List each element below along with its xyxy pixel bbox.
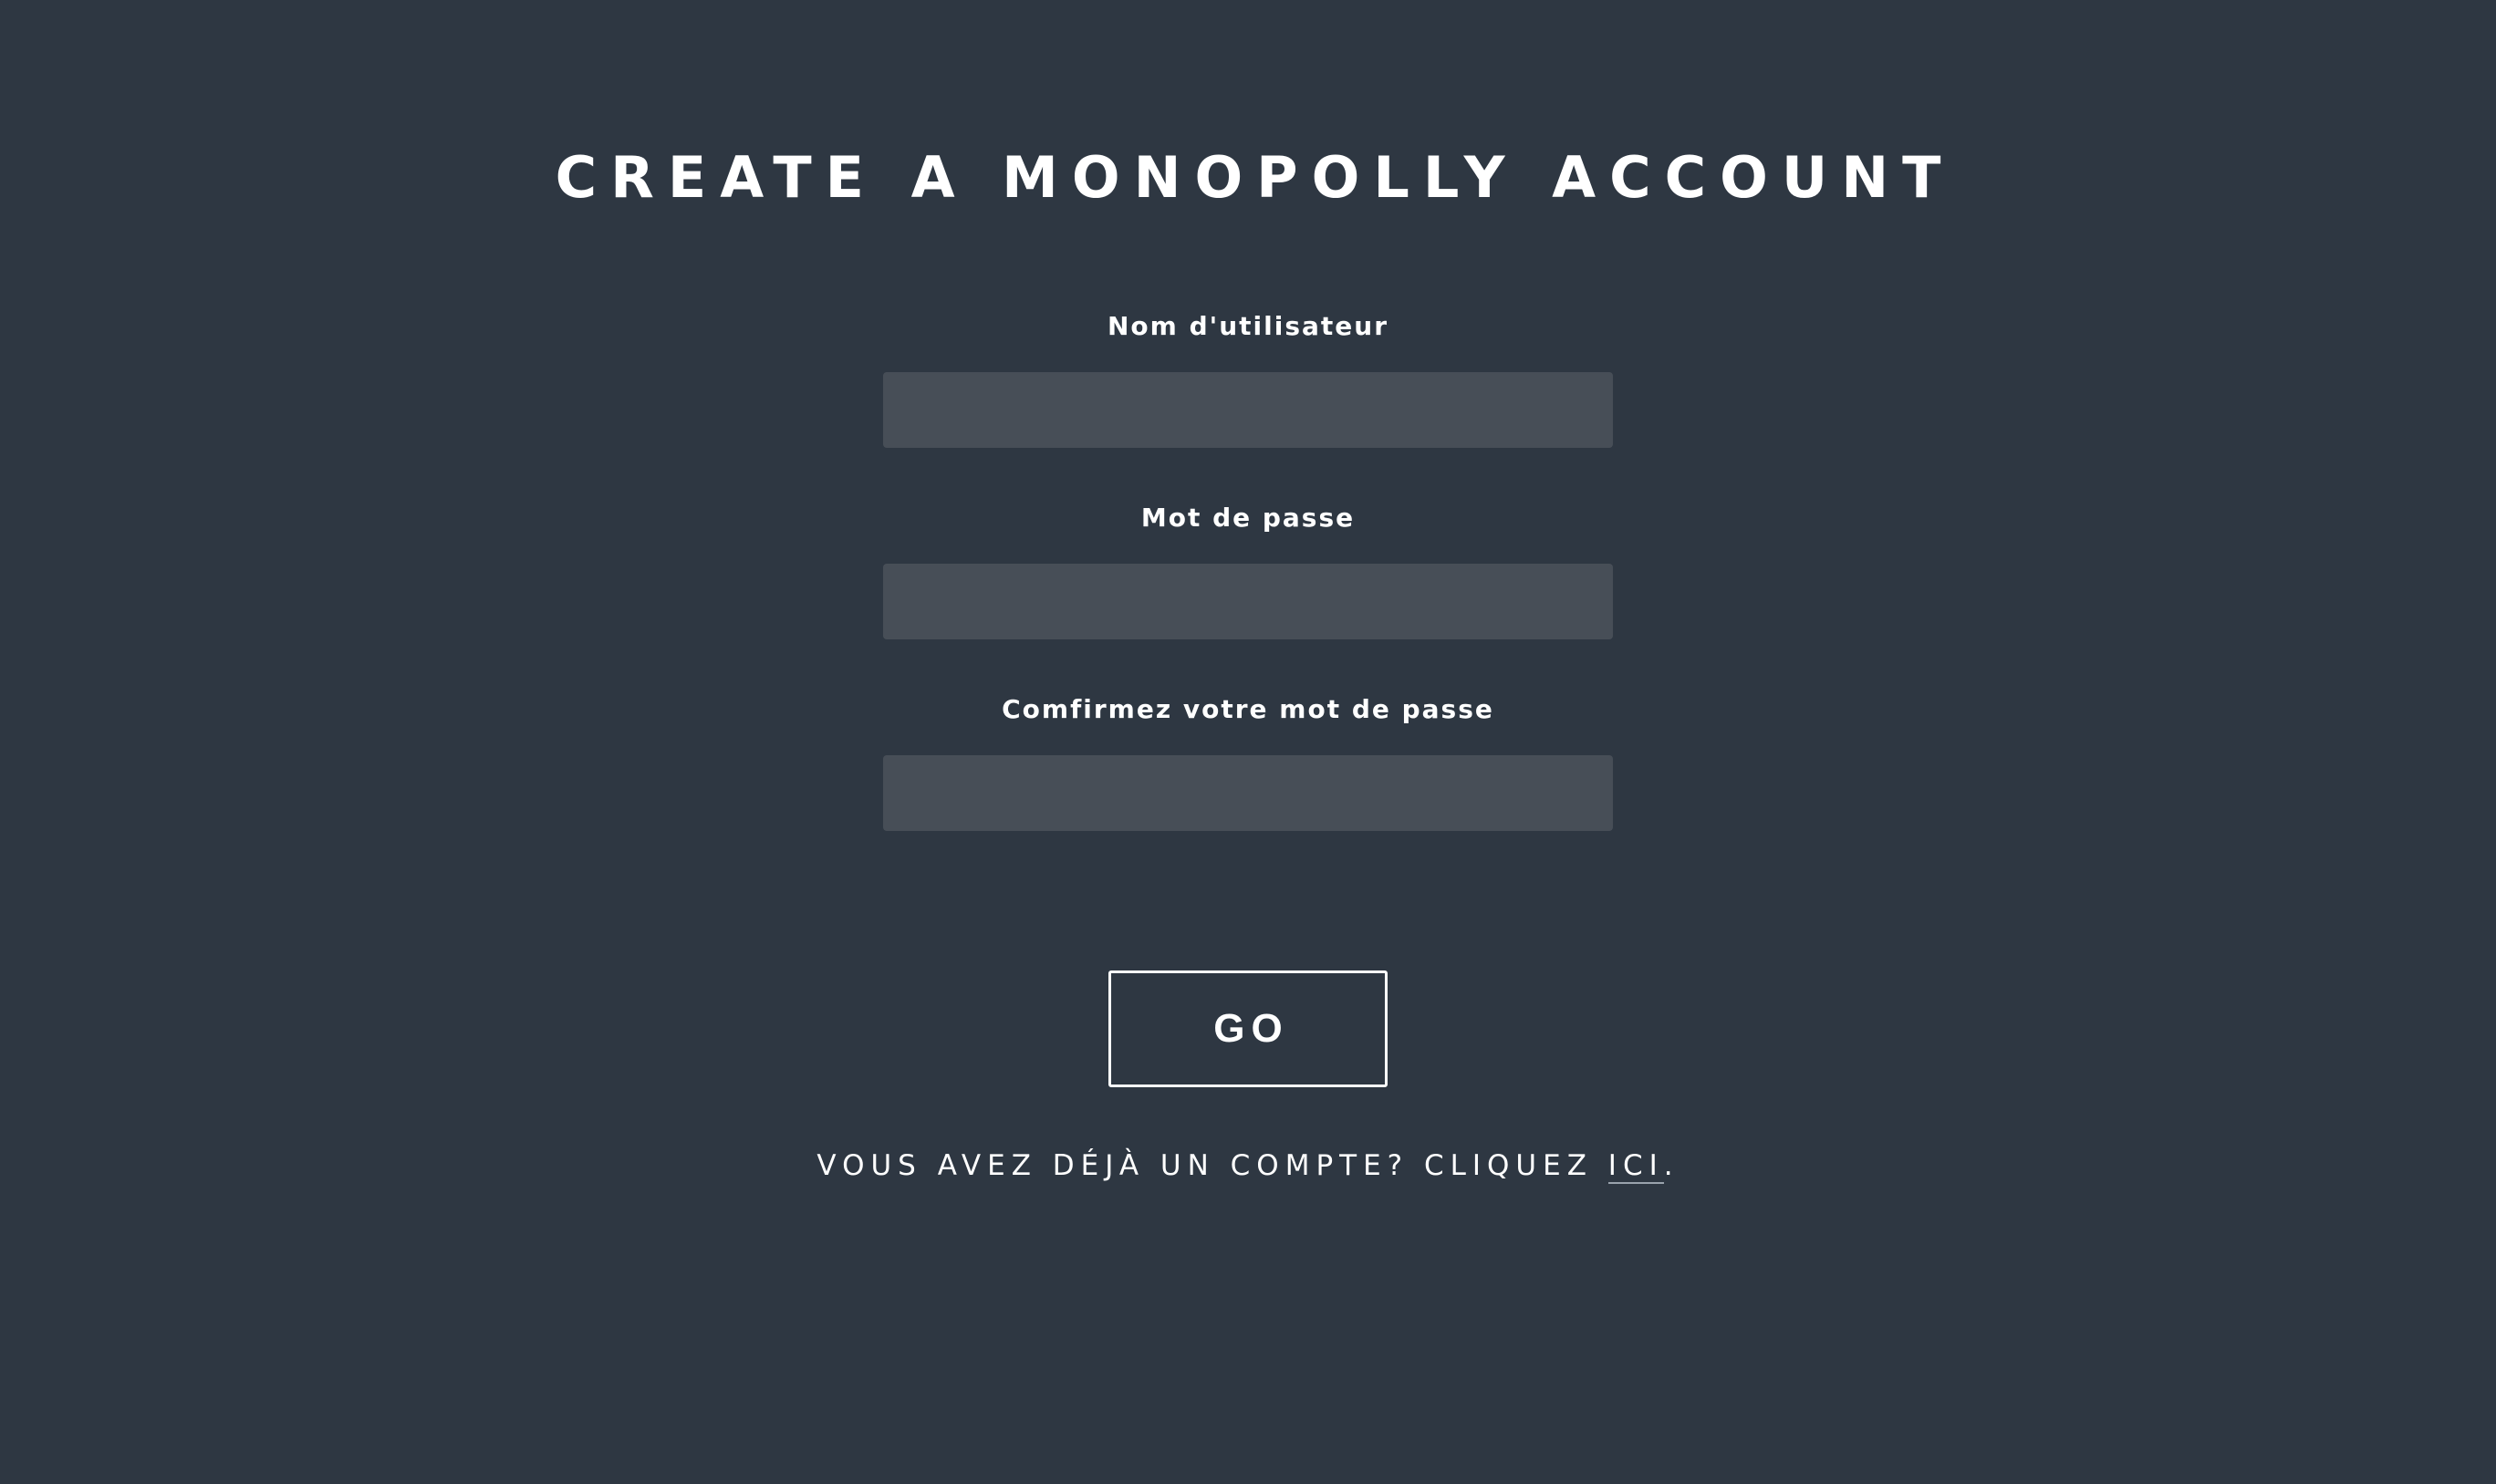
username-label: Nom d'utilisateur [1108,311,1388,341]
go-button[interactable]: GO [1108,970,1388,1087]
username-group: Nom d'utilisateur [883,301,1613,448]
confirm-password-input[interactable] [883,755,1613,831]
username-input[interactable] [883,372,1613,448]
password-group: Mot de passe [883,493,1613,639]
login-prompt: VOUS AVEZ DÉJÀ UN COMPTE? CLIQUEZ ICI. [0,1143,2496,1188]
password-label: Mot de passe [1140,503,1356,533]
confirm-password-label: Comfirmez votre mot de passe [1002,694,1494,724]
signup-page: CREATE A MONOPOLLY ACCOUNT Nom d'utilisa… [0,0,2496,1484]
login-prompt-suffix: . [1663,1149,1680,1182]
page-title: CREATE A MONOPOLLY ACCOUNT [555,144,1955,211]
login-prompt-text: VOUS AVEZ DÉJÀ UN COMPTE? CLIQUEZ [816,1149,1608,1182]
password-input[interactable] [883,564,1613,639]
login-link[interactable]: ICI [1607,1149,1664,1184]
confirm-password-group: Comfirmez votre mot de passe [883,684,1613,831]
